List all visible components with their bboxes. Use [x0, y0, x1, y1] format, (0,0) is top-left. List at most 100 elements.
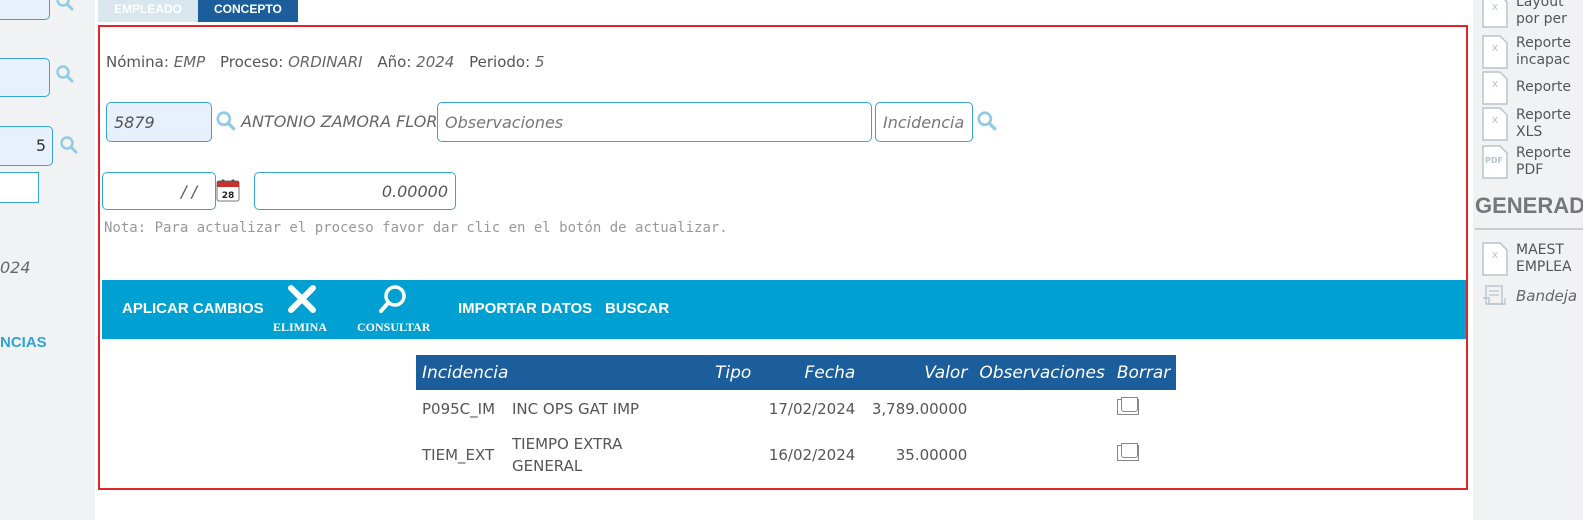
bandeja-link[interactable]: Bandeja: [1481, 284, 1583, 310]
periodo-value: 5: [534, 53, 545, 71]
close-icon: [288, 285, 316, 313]
pdf-file-icon: PDF: [1482, 145, 1508, 179]
row-fecha: 16/02/2024: [768, 446, 856, 464]
table-row: TIEM_EXT TIEMPO EXTRA GENERAL 16/02/2024…: [416, 428, 1176, 482]
observaciones-input[interactable]: Observaciones: [437, 102, 872, 142]
observaciones-placeholder: Observaciones: [445, 112, 564, 132]
left-field-4[interactable]: [0, 172, 39, 203]
excel-file-icon: x: [1482, 71, 1508, 105]
tab-concepto[interactable]: CONCEPTO: [198, 0, 298, 22]
proceso-label: Proceso:: [219, 53, 284, 71]
amount-field[interactable]: 0.00000: [254, 172, 456, 210]
col-borrar: Borrar: [1110, 355, 1177, 390]
report-link-layout[interactable]: x Layout por per: [1481, 0, 1583, 30]
col-fecha: Fecha: [757, 355, 862, 390]
bandeja-label: Bandeja: [1516, 287, 1578, 305]
delete-checkbox[interactable]: [1116, 397, 1139, 415]
report-link-incapacidades[interactable]: x Reporte incapac: [1481, 35, 1583, 71]
anio-value: 2024: [416, 53, 455, 71]
svg-text:x: x: [1492, 0, 1499, 13]
search-icon[interactable]: [215, 110, 237, 132]
left-field-periodo[interactable]: 5: [0, 126, 53, 166]
row-borrar: [1111, 390, 1176, 428]
col-tipo: Tipo: [709, 355, 758, 390]
left-field-1[interactable]: [0, 0, 50, 20]
buscar-button[interactable]: BUSCAR: [605, 300, 669, 317]
report-label: Reporte XLS: [1516, 107, 1572, 140]
process-info: Nómina: EMP Proceso: ORDINARI Año: 2024 …: [106, 53, 554, 71]
excel-file-icon: x: [1482, 35, 1508, 69]
incidencia-placeholder: Incidencia: [883, 112, 965, 132]
report-label: Reporte PDF: [1516, 145, 1572, 178]
action-toolbar: APLICAR CAMBIOS ELIMINA CONSULTAR IMPORT…: [102, 280, 1466, 339]
maestro-empleados-link[interactable]: x MAEST EMPLEA: [1481, 242, 1583, 278]
excel-file-icon: x: [1482, 107, 1508, 141]
periodo-label: Periodo:: [469, 53, 531, 71]
report-label: MAEST EMPLEA: [1516, 242, 1572, 275]
svg-text:x: x: [1492, 77, 1499, 90]
report-label: Reporte incapac: [1516, 35, 1572, 68]
row-code: P095C_IM: [422, 400, 496, 418]
col-observaciones: Observaciones: [973, 355, 1111, 390]
row-valor: 3,789.00000: [871, 400, 968, 418]
search-icon[interactable]: [976, 110, 998, 132]
excel-file-icon: x: [1482, 242, 1508, 276]
tab-empleado[interactable]: EMPLEADO: [98, 0, 199, 22]
report-link-xls[interactable]: x Reporte XLS: [1481, 107, 1583, 143]
main-content: EMPLEADO CONCEPTO Nómina: EMP Proceso: O…: [95, 0, 1473, 520]
table-row: P095C_IM INC OPS GAT IMP 17/02/2024 3,78…: [416, 390, 1176, 428]
left-panel: 5 024 NCIAS: [0, 0, 95, 520]
col-valor: Valor: [861, 355, 974, 390]
search-icon[interactable]: [55, 64, 75, 84]
col-incidencia: Incidencia: [416, 355, 709, 390]
tab-bar: EMPLEADO CONCEPTO: [98, 0, 298, 22]
date-field[interactable]: / /: [102, 172, 216, 210]
employee-id-field[interactable]: 5879: [106, 102, 212, 142]
consultar-button[interactable]: CONSULTAR: [354, 280, 430, 339]
row-valor: 35.00000: [895, 446, 968, 464]
nomina-value: EMP: [173, 53, 206, 71]
consultar-label: CONSULTAR: [357, 320, 430, 334]
row-tipo: [709, 428, 757, 482]
concept-form-panel: Nómina: EMP Proceso: ORDINARI Año: 2024 …: [98, 25, 1468, 490]
row-code: TIEM_EXT: [422, 446, 495, 464]
calendar-icon[interactable]: 28: [216, 178, 240, 202]
right-panel: x Layout por per x Reporte incapac x Repor…: [1473, 0, 1583, 520]
proceso-value: ORDINARI: [288, 53, 363, 71]
nomina-label: Nómina:: [106, 53, 169, 71]
search-icon[interactable]: [59, 135, 79, 155]
excel-file-icon: x: [1482, 0, 1508, 28]
table-header-row: Incidencia Tipo Fecha Valor Observacione…: [416, 355, 1177, 390]
importar-datos-button[interactable]: IMPORTAR DATOS: [458, 300, 592, 317]
employee-name: ANTONIO ZAMORA FLORES: [241, 112, 458, 131]
aplicar-cambios-button[interactable]: APLICAR CAMBIOS: [122, 300, 264, 317]
row-desc: INC OPS GAT IMP: [512, 400, 640, 418]
row-tipo: [709, 390, 757, 428]
row-incidencia-cell: TIEM_EXT TIEMPO EXTRA GENERAL: [416, 428, 709, 482]
svg-text:PDF: PDF: [1485, 156, 1503, 165]
row-obs: [973, 428, 1111, 482]
anio-label: Año:: [377, 53, 412, 71]
left-link-incidencias[interactable]: NCIAS: [0, 334, 47, 351]
row-incidencia-cell: P095C_IM INC OPS GAT IMP: [416, 390, 709, 428]
left-field-2[interactable]: [0, 58, 50, 97]
inbox-icon: [1483, 285, 1506, 305]
left-year-text: 024: [0, 258, 31, 277]
calendar-day: 28: [222, 191, 235, 201]
report-label: Reporte: [1516, 79, 1572, 95]
elimina-button[interactable]: ELIMINA: [267, 280, 339, 339]
report-label: Layout por per: [1516, 0, 1567, 27]
delete-checkbox[interactable]: [1116, 443, 1139, 461]
search-icon[interactable]: [55, 0, 75, 12]
row-borrar: [1111, 428, 1176, 482]
elimina-label: ELIMINA: [273, 320, 328, 334]
incidencias-table: Incidencia Tipo Fecha Valor Observacione…: [416, 355, 1177, 482]
row-obs: [973, 390, 1111, 428]
svg-text:x: x: [1492, 248, 1499, 261]
incidencia-input[interactable]: Incidencia: [875, 102, 973, 142]
svg-text:x: x: [1492, 41, 1499, 54]
divider: [1475, 228, 1583, 230]
report-link-pdf[interactable]: PDF Reporte PDF: [1481, 145, 1583, 181]
report-link-3[interactable]: x Reporte: [1481, 71, 1583, 107]
section-heading-generados: GENERAD: [1475, 193, 1583, 218]
